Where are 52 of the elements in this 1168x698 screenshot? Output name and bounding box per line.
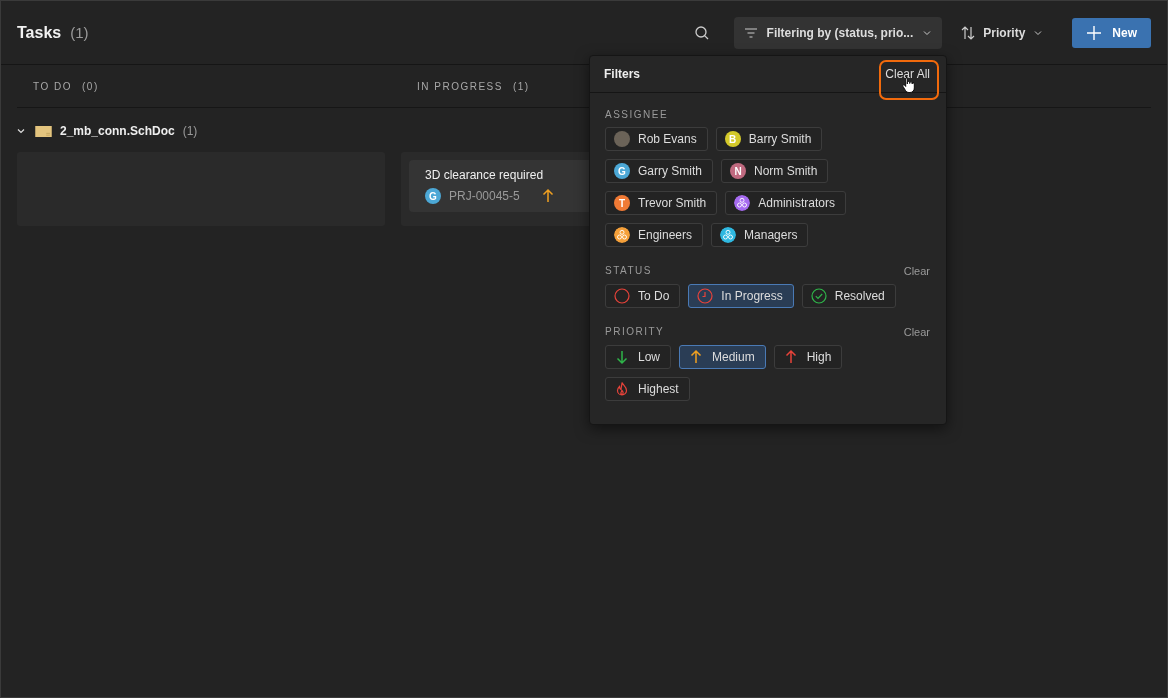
flame-icon — [614, 381, 630, 397]
assignee-chip[interactable]: N Norm Smith — [721, 159, 829, 183]
avatar: T — [614, 195, 630, 211]
status-chip[interactable]: To Do — [605, 284, 681, 308]
assignee-chip[interactable]: T Trevor Smith — [605, 191, 718, 215]
clock-icon — [697, 288, 714, 304]
section-heading: STATUS — [605, 265, 652, 277]
new-button[interactable]: New — [1072, 17, 1151, 48]
task-id: PRJ-00045-5 — [449, 189, 520, 203]
section-heading: PRIORITY — [605, 326, 665, 338]
search-icon[interactable] — [693, 24, 710, 41]
column-title: TO DO — [33, 80, 72, 92]
assignee-chip[interactable]: Engineers — [605, 223, 704, 247]
filter-dropdown[interactable]: Filtering by (status, prio... — [733, 16, 943, 49]
avatar: G — [614, 163, 630, 179]
circle-icon — [614, 288, 630, 304]
assignee-chip[interactable]: B Barry Smith — [715, 127, 823, 151]
status-chip[interactable]: In Progress — [688, 284, 794, 308]
clear-all-link[interactable]: Clear All — [885, 67, 930, 81]
assignee-chip[interactable]: Rob Evans — [605, 127, 708, 151]
up-arrow-icon — [688, 349, 704, 365]
task-count: (1) — [70, 23, 89, 41]
popover-title: Filters — [604, 67, 640, 81]
column-count: (0) — [82, 80, 99, 92]
avatar: B — [724, 131, 741, 147]
avatar: N — [730, 163, 746, 179]
task-title: 3D clearance required — [425, 168, 544, 182]
clear-link[interactable]: Clear — [903, 265, 930, 277]
priority-chip[interactable]: Medium — [679, 345, 766, 369]
priority-chip[interactable]: High — [773, 345, 843, 369]
page-title: Tasks — [17, 23, 62, 42]
column-count: (1) — [512, 80, 530, 92]
clear-link[interactable]: Clear — [903, 326, 930, 338]
assignee-chip[interactable]: Managers — [711, 223, 809, 247]
document-icon — [35, 125, 52, 137]
status-chip[interactable]: Resolved — [801, 284, 896, 308]
avatar: G — [425, 188, 441, 204]
assignee-chip[interactable]: G Garry Smith — [605, 159, 713, 183]
check-circle-icon — [810, 288, 827, 304]
priority-chip[interactable]: Low — [605, 345, 671, 369]
hand-cursor-icon — [902, 76, 916, 94]
group-name: 2_mb_conn.SchDoc — [60, 124, 175, 138]
section-heading: ASSIGNEE — [605, 109, 669, 120]
avatar-photo-placeholder — [614, 131, 630, 147]
down-arrow-icon — [614, 349, 630, 365]
sort-dropdown[interactable]: Priority — [950, 16, 1055, 49]
sort-icon — [960, 24, 977, 41]
group-count: (1) — [182, 124, 198, 138]
priority-chip[interactable]: Highest — [605, 377, 690, 401]
assignee-chip[interactable]: Administrators — [725, 191, 846, 215]
plus-icon — [1086, 24, 1103, 41]
column-title: IN PROGRESS — [417, 80, 503, 92]
